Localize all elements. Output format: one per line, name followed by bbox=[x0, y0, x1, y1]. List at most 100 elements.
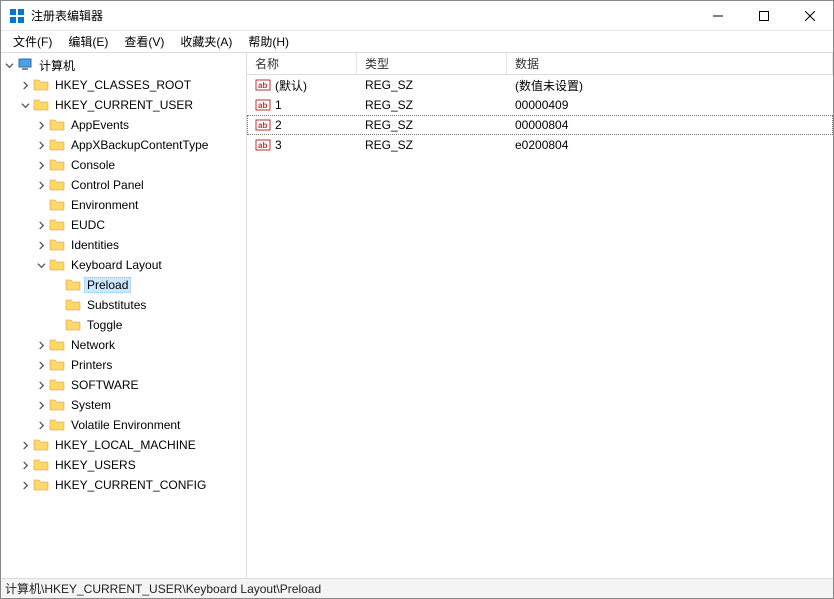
menu-edit[interactable]: 编辑(E) bbox=[60, 31, 116, 52]
tree-environment[interactable]: Environment bbox=[1, 195, 246, 215]
chevron-right-icon[interactable] bbox=[33, 157, 49, 173]
tree-label: Printers bbox=[68, 358, 115, 372]
tree-controlpanel[interactable]: Control Panel bbox=[1, 175, 246, 195]
tree-label: Substitutes bbox=[84, 298, 149, 312]
chevron-right-icon[interactable] bbox=[17, 437, 33, 453]
tree-appevents[interactable]: AppEvents bbox=[1, 115, 246, 135]
column-type[interactable]: 类型 bbox=[357, 53, 507, 74]
tree-label: Toggle bbox=[84, 318, 125, 332]
tree-label: Identities bbox=[68, 238, 122, 252]
chevron-right-icon[interactable] bbox=[33, 117, 49, 133]
titlebar: 注册表编辑器 bbox=[1, 1, 833, 31]
chevron-down-icon[interactable] bbox=[1, 57, 17, 73]
value-name: 1 bbox=[275, 98, 282, 112]
tree-volatileenv[interactable]: Volatile Environment bbox=[1, 415, 246, 435]
tree-hku[interactable]: HKEY_USERS bbox=[1, 455, 246, 475]
value-type: REG_SZ bbox=[365, 98, 413, 112]
menu-help[interactable]: 帮助(H) bbox=[240, 31, 297, 52]
computer-icon bbox=[17, 57, 33, 73]
menu-favorites[interactable]: 收藏夹(A) bbox=[172, 31, 240, 52]
minimize-button[interactable] bbox=[695, 1, 741, 31]
folder-icon bbox=[49, 357, 65, 373]
menu-file[interactable]: 文件(F) bbox=[5, 31, 60, 52]
status-bar: 计算机\HKEY_CURRENT_USER\Keyboard Layout\Pr… bbox=[1, 578, 833, 598]
column-data[interactable]: 数据 bbox=[507, 53, 833, 74]
chevron-right-icon[interactable] bbox=[17, 77, 33, 93]
chevron-right-icon[interactable] bbox=[33, 397, 49, 413]
tree-hklm[interactable]: HKEY_LOCAL_MACHINE bbox=[1, 435, 246, 455]
chevron-right-icon[interactable] bbox=[17, 457, 33, 473]
chevron-right-icon[interactable] bbox=[33, 417, 49, 433]
tree-toggle[interactable]: Toggle bbox=[1, 315, 246, 335]
tree-printers[interactable]: Printers bbox=[1, 355, 246, 375]
tree-label: AppXBackupContentType bbox=[68, 138, 211, 152]
tree-console[interactable]: Console bbox=[1, 155, 246, 175]
tree-network[interactable]: Network bbox=[1, 335, 246, 355]
tree-pane[interactable]: 计算机HKEY_CLASSES_ROOTHKEY_CURRENT_USER App… bbox=[1, 53, 247, 578]
list-row[interactable]: ab3 REG_SZ e0200804 bbox=[247, 135, 833, 155]
tree-label: Control Panel bbox=[68, 178, 147, 192]
menu-bar: 文件(F) 编辑(E) 查看(V) 收藏夹(A) 帮助(H) bbox=[1, 31, 833, 53]
folder-icon bbox=[33, 457, 49, 473]
tree-label: Environment bbox=[68, 198, 141, 212]
chevron-right-icon[interactable] bbox=[17, 477, 33, 493]
tree-software[interactable]: SOFTWARE bbox=[1, 375, 246, 395]
folder-icon bbox=[33, 477, 49, 493]
window-title: 注册表编辑器 bbox=[31, 7, 103, 24]
chevron-right-icon[interactable] bbox=[33, 357, 49, 373]
app-icon bbox=[9, 8, 25, 24]
tree-label: System bbox=[68, 398, 114, 412]
menu-view[interactable]: 查看(V) bbox=[116, 31, 172, 52]
tree-label: Preload bbox=[84, 277, 131, 293]
tree-label: Console bbox=[68, 158, 118, 172]
tree-eudc[interactable]: EUDC bbox=[1, 215, 246, 235]
column-name[interactable]: 名称 bbox=[247, 53, 357, 74]
folder-icon bbox=[65, 277, 81, 293]
tree-substitutes[interactable]: Substitutes bbox=[1, 295, 246, 315]
folder-icon bbox=[49, 177, 65, 193]
folder-icon bbox=[33, 97, 49, 113]
list-body[interactable]: ab(默认) REG_SZ (数值未设置) ab 1 REG_SZ 0000040… bbox=[247, 75, 833, 578]
tree-label: HKEY_LOCAL_MACHINE bbox=[52, 438, 199, 452]
value-name: 2 bbox=[275, 118, 282, 132]
chevron-right-icon[interactable] bbox=[33, 137, 49, 153]
close-button[interactable] bbox=[787, 1, 833, 31]
tree-label: SOFTWARE bbox=[68, 378, 142, 392]
tree-twisty-none bbox=[49, 297, 65, 313]
tree-label: 计算机 bbox=[36, 57, 78, 74]
chevron-right-icon[interactable] bbox=[33, 237, 49, 253]
tree-hkcu[interactable]: HKEY_CURRENT_USER bbox=[1, 95, 246, 115]
value-data: 00000409 bbox=[515, 98, 568, 112]
list-row[interactable]: ab(默认) REG_SZ (数值未设置) bbox=[247, 75, 833, 95]
chevron-right-icon[interactable] bbox=[33, 177, 49, 193]
tree-identities[interactable]: Identities bbox=[1, 235, 246, 255]
chevron-right-icon[interactable] bbox=[33, 337, 49, 353]
folder-icon bbox=[49, 257, 65, 273]
tree-hkcc[interactable]: HKEY_CURRENT_CONFIG bbox=[1, 475, 246, 495]
tree-system[interactable]: System bbox=[1, 395, 246, 415]
folder-icon bbox=[49, 397, 65, 413]
string-value-icon: ab bbox=[255, 137, 271, 153]
tree-label: Network bbox=[68, 338, 118, 352]
svg-text:ab: ab bbox=[258, 101, 267, 110]
list-row[interactable]: ab 1 REG_SZ 00000409 bbox=[247, 95, 833, 115]
chevron-down-icon[interactable] bbox=[33, 257, 49, 273]
tree-appxbackup[interactable]: AppXBackupContentType bbox=[1, 135, 246, 155]
folder-icon bbox=[49, 417, 65, 433]
tree-label: AppEvents bbox=[68, 118, 132, 132]
value-data: (数值未设置) bbox=[515, 77, 583, 94]
tree-hkcr[interactable]: HKEY_CLASSES_ROOT bbox=[1, 75, 246, 95]
tree-keyboardlayout[interactable]: Keyboard Layout bbox=[1, 255, 246, 275]
folder-icon bbox=[49, 237, 65, 253]
string-value-icon: ab bbox=[255, 77, 271, 93]
content: 计算机HKEY_CLASSES_ROOTHKEY_CURRENT_USER App… bbox=[1, 53, 833, 578]
tree-preload[interactable]: Preload bbox=[1, 275, 246, 295]
chevron-right-icon[interactable] bbox=[33, 217, 49, 233]
chevron-right-icon[interactable] bbox=[33, 377, 49, 393]
tree-computer[interactable]: 计算机 bbox=[1, 55, 246, 75]
list-row[interactable]: ab2 REG_SZ 00000804 bbox=[247, 115, 833, 135]
list-pane: 名称 类型 数据 ab(默认) REG_SZ (数值未设置) ab 1 REG_S… bbox=[247, 53, 833, 578]
chevron-down-icon[interactable] bbox=[17, 97, 33, 113]
maximize-button[interactable] bbox=[741, 1, 787, 31]
folder-icon bbox=[49, 137, 65, 153]
